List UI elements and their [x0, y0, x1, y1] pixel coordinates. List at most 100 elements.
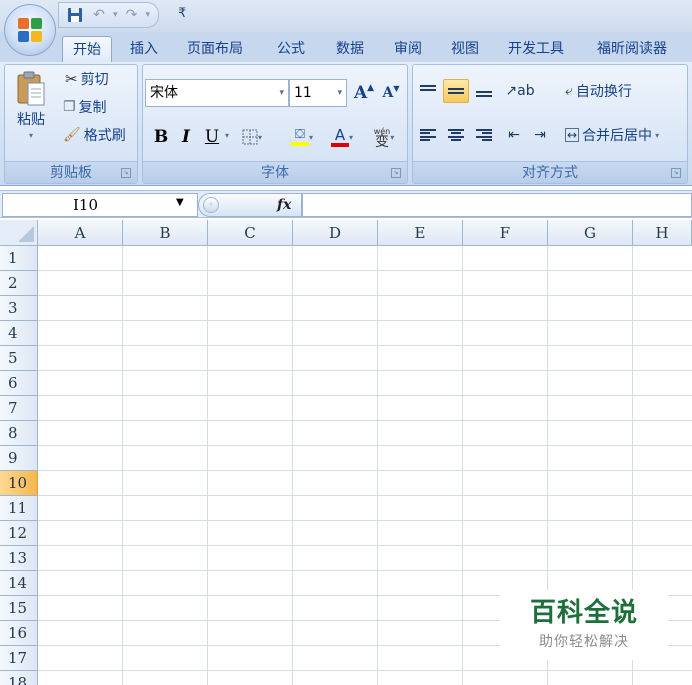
row-header-11[interactable]: 11 — [0, 496, 38, 521]
borders-button[interactable]: ▾ — [239, 125, 265, 149]
paste-button[interactable]: 粘贴 ▾ — [9, 71, 53, 140]
column-header-d[interactable]: D — [293, 220, 378, 246]
row-header-9[interactable]: 9 — [0, 446, 38, 471]
column-header-e[interactable]: E — [378, 220, 463, 246]
tab-page-layout[interactable]: 页面布局 — [187, 36, 243, 62]
row-header-2[interactable]: 2 — [0, 271, 38, 296]
row-header-12[interactable]: 12 — [0, 521, 38, 546]
office-button[interactable] — [4, 4, 56, 56]
phonetic-icon: wén 变 — [373, 127, 391, 150]
decrease-indent-icon: ⇤ — [508, 127, 520, 143]
insert-function-button[interactable]: fx — [277, 194, 291, 216]
align-left-button[interactable] — [415, 123, 441, 147]
row-header-7[interactable]: 7 — [0, 396, 38, 421]
row-header-16[interactable]: 16 — [0, 621, 38, 646]
decrease-indent-button[interactable]: ⇤ — [501, 123, 527, 147]
row-header-14[interactable]: 14 — [0, 571, 38, 596]
row-header-15[interactable]: 15 — [0, 596, 38, 621]
column-header-a[interactable]: A — [38, 220, 123, 246]
orientation-button[interactable]: ↗ab — [503, 79, 537, 103]
font-name-select[interactable]: 宋体 ▾ — [145, 79, 289, 107]
bold-button[interactable]: B — [149, 125, 173, 149]
row-header-8[interactable]: 8 — [0, 421, 38, 446]
shrink-font-icon: A — [382, 85, 394, 101]
tab-formulas[interactable]: 公式 — [277, 36, 305, 62]
fill-color-button[interactable]: ⛋ ▾ — [285, 125, 319, 149]
row-gridline — [38, 345, 692, 346]
align-right-button[interactable] — [471, 123, 497, 147]
customize-quick-access-button[interactable]: ₹ — [178, 6, 186, 21]
font-size-select[interactable]: 11 ▾ — [289, 79, 347, 107]
shrink-font-button[interactable]: A ▼ — [379, 81, 403, 105]
alignment-dialog-launcher-icon[interactable]: ↘ — [671, 168, 681, 178]
clipboard-group-label: 剪贴板 — [5, 161, 137, 183]
tab-foxit-reader[interactable]: 福昕阅读器 — [597, 36, 667, 62]
undo-icon[interactable]: ↶ — [89, 5, 109, 25]
font-dialog-launcher-icon[interactable]: ↘ — [391, 168, 401, 178]
column-header-b[interactable]: B — [123, 220, 208, 246]
formula-bar-handle-icon[interactable]: ◦ — [203, 197, 219, 213]
tab-developer[interactable]: 开发工具 — [508, 36, 564, 62]
tab-review[interactable]: 审阅 — [394, 36, 422, 62]
tab-insert[interactable]: 插入 — [130, 36, 158, 62]
row-header-13[interactable]: 13 — [0, 546, 38, 571]
office-logo-icon — [18, 18, 42, 42]
row-gridline — [38, 495, 692, 496]
merge-center-button[interactable]: ↔ 合并后居中 ▾ — [565, 125, 659, 145]
formula-bar-controls: ◦ fx — [198, 193, 302, 217]
row-gridline — [38, 295, 692, 296]
align-middle-button[interactable] — [443, 79, 469, 103]
select-all-button[interactable] — [0, 220, 38, 246]
column-header-h[interactable]: H — [633, 220, 692, 246]
save-icon[interactable] — [65, 5, 85, 25]
tab-view[interactable]: 视图 — [451, 36, 479, 62]
paste-icon — [17, 71, 45, 106]
align-top-button[interactable] — [415, 79, 441, 103]
column-header-g[interactable]: G — [548, 220, 633, 246]
align-center-button[interactable] — [443, 123, 469, 147]
font-name-value: 宋体 — [150, 85, 178, 101]
column-gridline — [292, 246, 293, 685]
row-gridline — [38, 370, 692, 371]
alignment-group-label: 对齐方式 — [413, 161, 687, 183]
tab-data[interactable]: 数据 — [336, 36, 364, 62]
align-left-icon — [420, 129, 436, 141]
wrap-text-button[interactable]: ⤶ 自动换行 — [565, 81, 632, 101]
row-header-10[interactable]: 10 — [0, 471, 38, 496]
phonetic-guide-button[interactable]: wén 变 ▾ — [365, 125, 403, 149]
underline-dropdown-icon[interactable]: ▾ — [225, 131, 229, 140]
redo-icon[interactable]: ↷ — [122, 5, 142, 25]
cut-button[interactable]: ✂ 剪切 — [65, 69, 109, 89]
clipboard-dialog-launcher-icon[interactable]: ↘ — [121, 168, 131, 178]
grow-font-button[interactable]: A ▲ — [351, 81, 377, 105]
formula-input[interactable] — [302, 193, 692, 217]
row-header-18[interactable]: 18 — [0, 671, 38, 685]
scissors-icon: ✂ — [65, 70, 78, 88]
alignment-group: ↗ab ⤶ 自动换行 ⇤ ⇥ ↔ 合并后居中 ▾ 对齐方式 ↘ — [412, 64, 688, 184]
name-box-dropdown-icon[interactable]: ▼ — [176, 197, 184, 208]
select-all-icon — [18, 226, 34, 242]
row-header-17[interactable]: 17 — [0, 646, 38, 671]
merge-dropdown-icon[interactable]: ▾ — [655, 131, 659, 140]
italic-button[interactable]: I — [175, 125, 197, 149]
tab-home[interactable]: 开始 — [62, 36, 112, 62]
row-gridline — [38, 670, 692, 671]
column-header-f[interactable]: F — [463, 220, 548, 246]
row-header-1[interactable]: 1 — [0, 246, 38, 271]
font-color-button[interactable]: A ▾ — [325, 125, 359, 149]
redo-dropdown-icon[interactable]: ▾ — [146, 10, 151, 20]
undo-dropdown-icon[interactable]: ▾ — [113, 10, 118, 20]
name-box[interactable]: I10 — [2, 193, 198, 217]
underline-button[interactable]: U — [201, 125, 223, 149]
row-header-6[interactable]: 6 — [0, 371, 38, 396]
copy-button[interactable]: ❐ 复制 — [63, 97, 107, 117]
column-header-c[interactable]: C — [208, 220, 293, 246]
row-header-3[interactable]: 3 — [0, 296, 38, 321]
format-painter-button[interactable]: 🖌 格式刷 — [63, 125, 126, 145]
increase-indent-button[interactable]: ⇥ — [527, 123, 553, 147]
align-bottom-button[interactable] — [471, 79, 497, 103]
paste-dropdown-icon[interactable]: ▾ — [29, 131, 33, 140]
row-header-5[interactable]: 5 — [0, 346, 38, 371]
row-gridline — [38, 320, 692, 321]
row-header-4[interactable]: 4 — [0, 321, 38, 346]
